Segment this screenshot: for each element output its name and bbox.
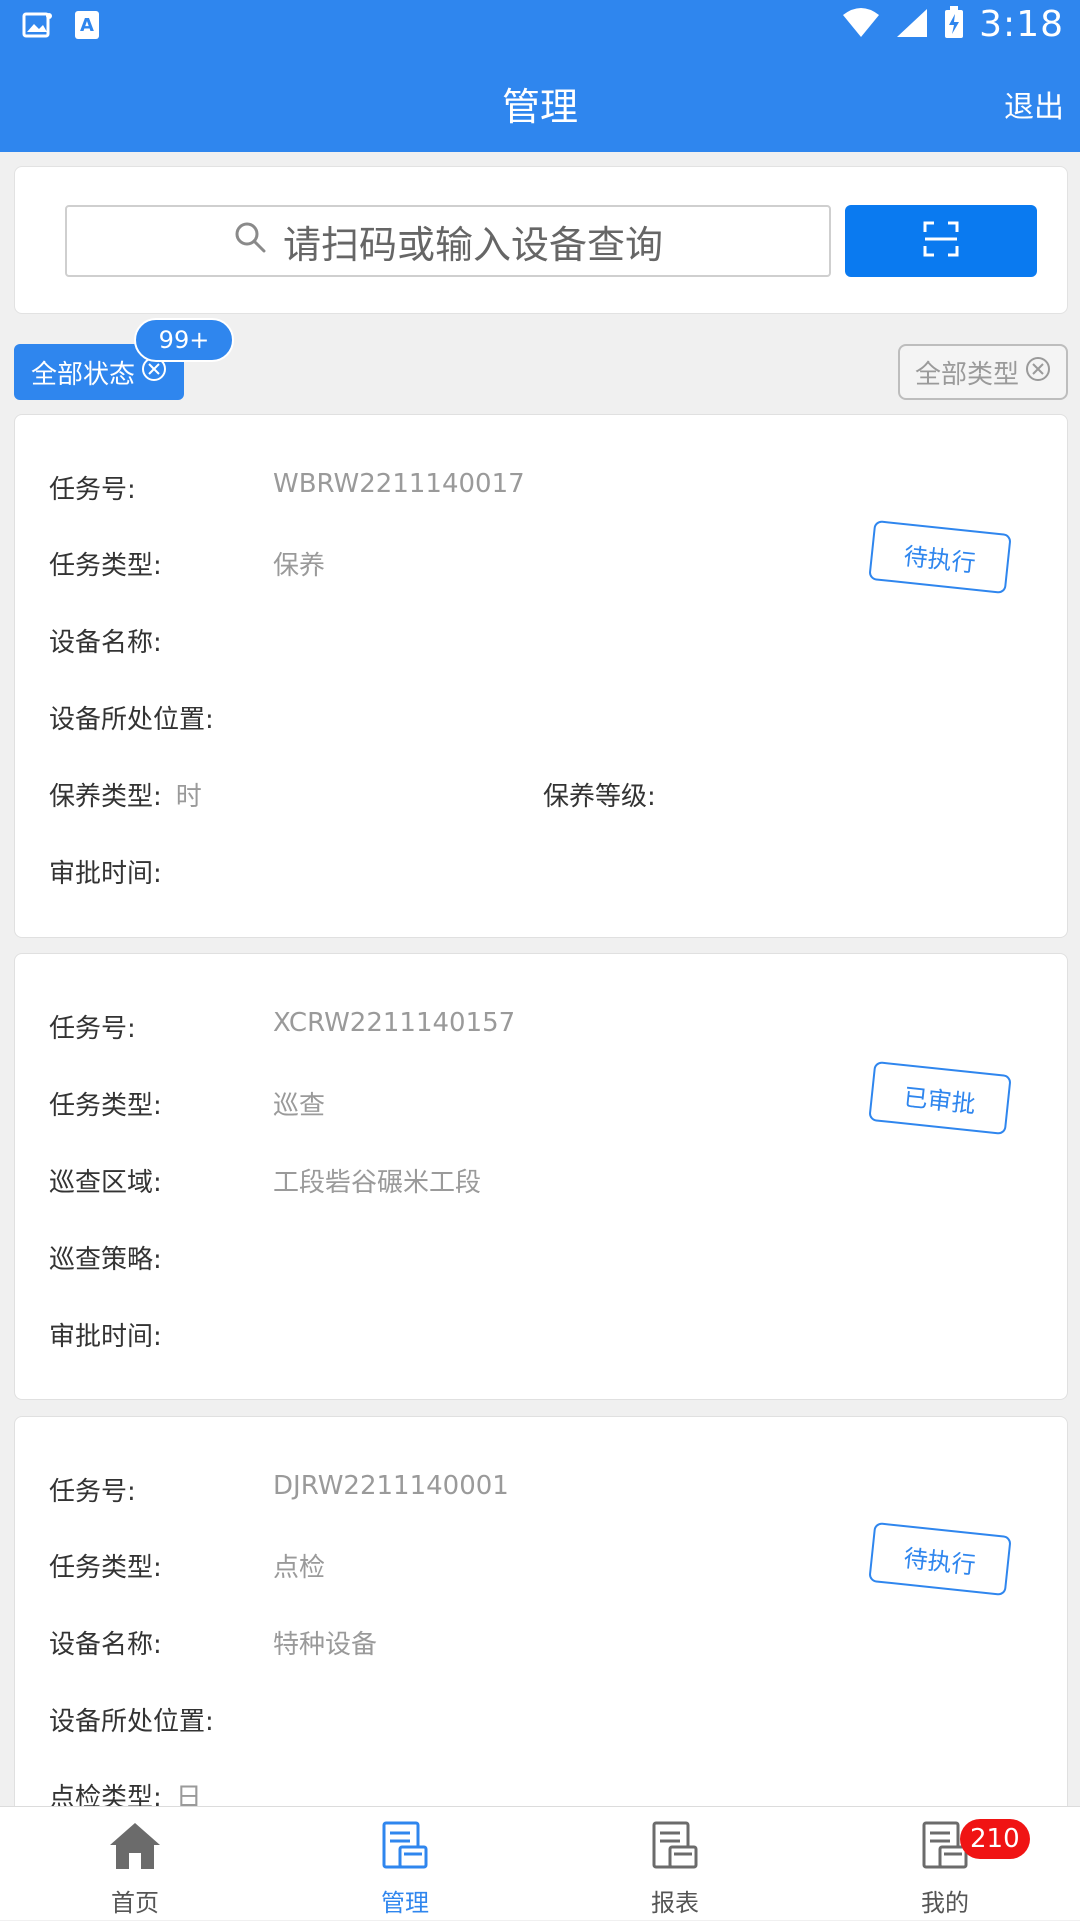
type-filter-label: 全部类型 [914, 359, 1019, 390]
nav-item-report[interactable]: 报表 [540, 1807, 810, 1921]
svg-text:A: A [80, 15, 94, 36]
task-field-value: WBRW2211140017 [273, 469, 525, 499]
task-field-value: XCRW2211140157 [273, 1008, 516, 1038]
task-field-row: 任务类型: [49, 1553, 162, 1583]
task-field-value: 点检 [273, 1553, 326, 1583]
status-stamp: 待执行 [868, 1521, 1012, 1597]
battery-charging-icon [943, 5, 965, 44]
task-field-value: 时 [175, 782, 202, 812]
wifi-icon [841, 7, 881, 43]
nav-item-mine[interactable]: 我的 210 [810, 1807, 1080, 1921]
app-bar: 管理 退出 [0, 54, 1080, 152]
task-field-row: 审批时间: [49, 1322, 162, 1352]
task-field-row: 任务号: [49, 475, 136, 505]
task-field-row: 保养类型: 时 [49, 776, 202, 813]
report-doc-icon [648, 1821, 702, 1877]
type-filter-chip[interactable]: 全部类型 [898, 344, 1068, 400]
bottom-nav: 首页 管理 报表 我的 210 [0, 1806, 1080, 1920]
task-field-row: 任务号: [49, 1014, 136, 1044]
home-icon [108, 1821, 162, 1877]
search-icon [233, 219, 267, 263]
scan-frame-icon [921, 219, 961, 263]
status-count-badge: 99+ [134, 318, 234, 362]
status-filter-label: 全部状态 [30, 359, 135, 390]
notification-badge: 210 [960, 1819, 1030, 1859]
task-field-row: 巡查区域: [49, 1168, 162, 1198]
task-field-value: DJRW2211140001 [273, 1471, 509, 1501]
search-card: 请扫码或输入设备查询 [14, 166, 1068, 314]
task-field-value: 工段砦谷碾米工段 [273, 1168, 482, 1198]
scan-button[interactable] [845, 205, 1037, 277]
status-stamp: 待执行 [868, 519, 1012, 595]
task-field-row: 任务类型: [49, 1091, 162, 1121]
manage-doc-icon [378, 1821, 432, 1877]
task-field-row: 保养等级: [543, 782, 656, 812]
page-title: 管理 [501, 85, 578, 129]
nav-item-home[interactable]: 首页 [0, 1807, 270, 1921]
app-store-icon: A [74, 10, 100, 44]
task-card[interactable]: 任务号: XCRW2211140157 任务类型: 巡查 巡查区域: 工段砦谷碾… [14, 953, 1068, 1400]
task-card[interactable]: 任务号: DJRW2211140001 任务类型: 点检 设备名称: 特种设备 … [14, 1416, 1068, 1836]
status-stamp: 已审批 [868, 1060, 1012, 1136]
task-field-row: 设备名称: [49, 1630, 162, 1660]
task-field-value: 巡查 [273, 1091, 326, 1121]
status-time: 3:18 [979, 4, 1064, 45]
logout-button[interactable]: 退出 [1004, 82, 1064, 126]
gallery-icon [22, 10, 52, 44]
task-field-row: 设备名称: [49, 628, 162, 658]
status-bar: A 3:18 [0, 0, 1080, 54]
task-field-value: 保养 [273, 551, 326, 581]
task-field-value: 特种设备 [273, 1630, 378, 1660]
task-field-row: 任务号: [49, 1477, 136, 1507]
task-field-row: 审批时间: [49, 859, 162, 889]
cellular-signal-icon [895, 7, 929, 43]
task-field-row: 设备所处位置: [49, 705, 214, 735]
search-input[interactable]: 请扫码或输入设备查询 [65, 205, 831, 277]
task-field-row: 任务类型: [49, 551, 162, 581]
task-card[interactable]: 任务号: WBRW2211140017 任务类型: 保养 设备名称: 设备所处位… [14, 414, 1068, 938]
task-field-row: 巡查策略: [49, 1245, 162, 1275]
clear-type-icon[interactable] [1025, 356, 1051, 389]
search-placeholder: 请扫码或输入设备查询 [282, 222, 663, 267]
task-field-row: 设备所处位置: [49, 1707, 214, 1737]
nav-item-manage[interactable]: 管理 [270, 1807, 540, 1921]
